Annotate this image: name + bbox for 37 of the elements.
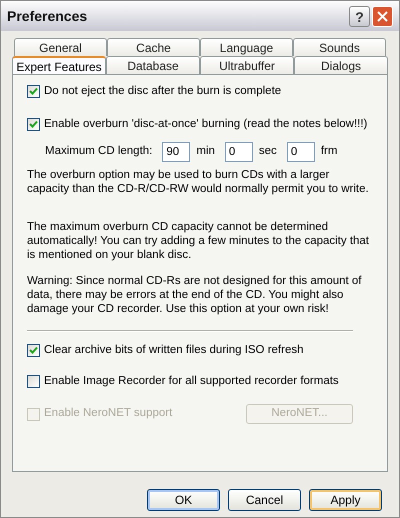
tab[interactable]: Cache [107,38,200,56]
checkbox-label: Do not eject the disc after the burn is complete [44,84,282,99]
checkbox-label: Enable overburn 'disc-at-once' burning (read the notes below!!!) [44,117,368,132]
checkbox[interactable] [27,374,40,388]
dialog-button[interactable]: OK [147,489,220,511]
checkbox-label: Clear archive bits of written files during ISO refresh [44,342,304,358]
number-field[interactable]: 0 [286,142,315,162]
help-button[interactable]: ? [349,6,370,26]
tab[interactable]: Ultrabuffer [200,56,294,74]
tab[interactable]: Expert Features [12,56,106,74]
tab[interactable]: Database [106,56,200,74]
window-title: Preferences [7,6,88,26]
close-icon [377,10,388,22]
checkmark-icon [29,120,38,130]
checkmark-icon [29,87,38,96]
unit-label: min [196,144,215,159]
unit-label: sec [258,144,277,159]
dialog-button[interactable]: Cancel [228,489,301,511]
checkbox-label: Enable Image Recorder for all supported recorder formats [44,374,339,389]
tab[interactable]: Dialogs [294,56,388,74]
number-field[interactable]: 90 [162,142,190,162]
checkbox[interactable] [27,118,40,132]
tab[interactable]: General [14,38,107,56]
checkbox[interactable] [27,85,40,98]
note-text: Warning: Since normal CD-Rs are not designed for this amount of data, there may be errors at the end of the CD. You might also damage your CD recorder. Use this option at your own risk! [27,274,363,316]
field-label: Maximum CD length: [45,144,152,159]
close-button[interactable] [372,6,393,26]
number-field[interactable]: 0 [224,142,253,162]
tab[interactable]: Language [200,38,293,56]
note-text: The maximum overburn CD capacity cannot be determined automatically! You can try adding a few minutes to the capacity that is mentioned on your blank disc. [27,220,370,262]
checkbox-label: Enable NeroNET support [44,406,172,422]
dialog-button[interactable]: Apply [309,489,382,511]
unit-label: frm [320,144,338,159]
checkbox[interactable] [27,344,40,357]
checkmark-icon [29,346,38,355]
tab[interactable]: Sounds [293,38,386,56]
note-text: The overburn option may be used to burn CDs with a larger capacity than the CD-R/CD-RW would normally permit you to write. [27,168,370,196]
